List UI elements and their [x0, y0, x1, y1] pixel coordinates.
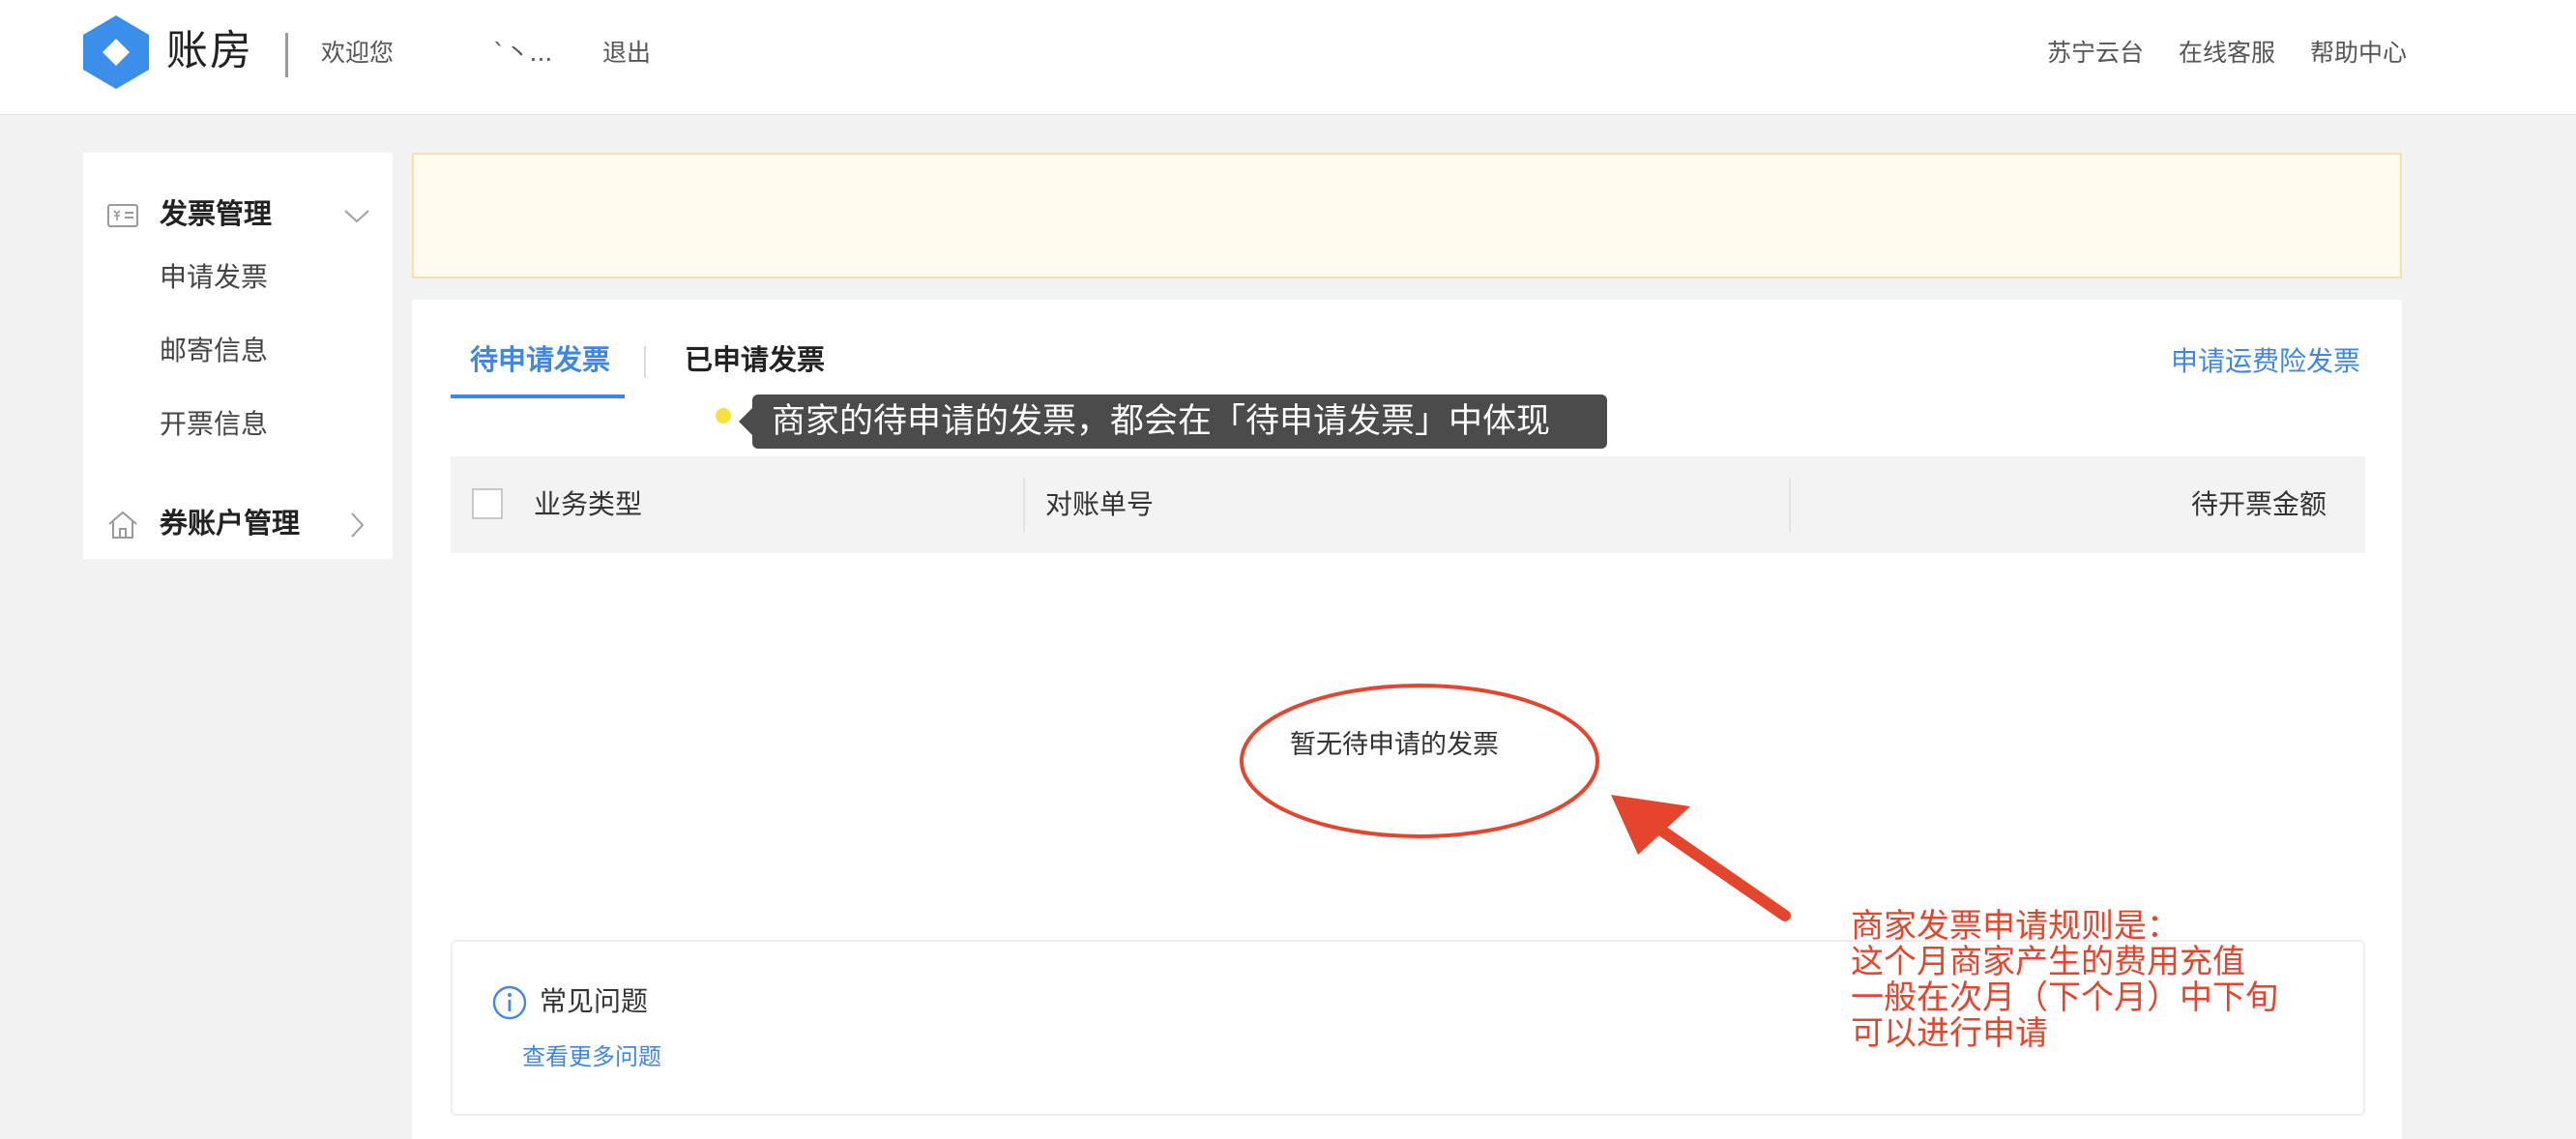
rule-note-line: 商家发票申请规则是：: [1851, 907, 2180, 946]
annotation-arrow: [1611, 795, 1791, 921]
rule-note-line: 这个月商家产生的费用充值: [1851, 943, 2245, 981]
rule-note-line: 一般在次月（下个月）中下旬: [1851, 978, 2278, 1017]
rule-note-line: 可以进行申请: [1851, 1014, 2048, 1053]
annotation-rule-note: 商家发票申请规则是： 这个月商家产生的费用充值 一般在次月（下个月）中下旬 可以…: [1851, 909, 2354, 1052]
highlight-ellipse: [1240, 684, 1599, 838]
